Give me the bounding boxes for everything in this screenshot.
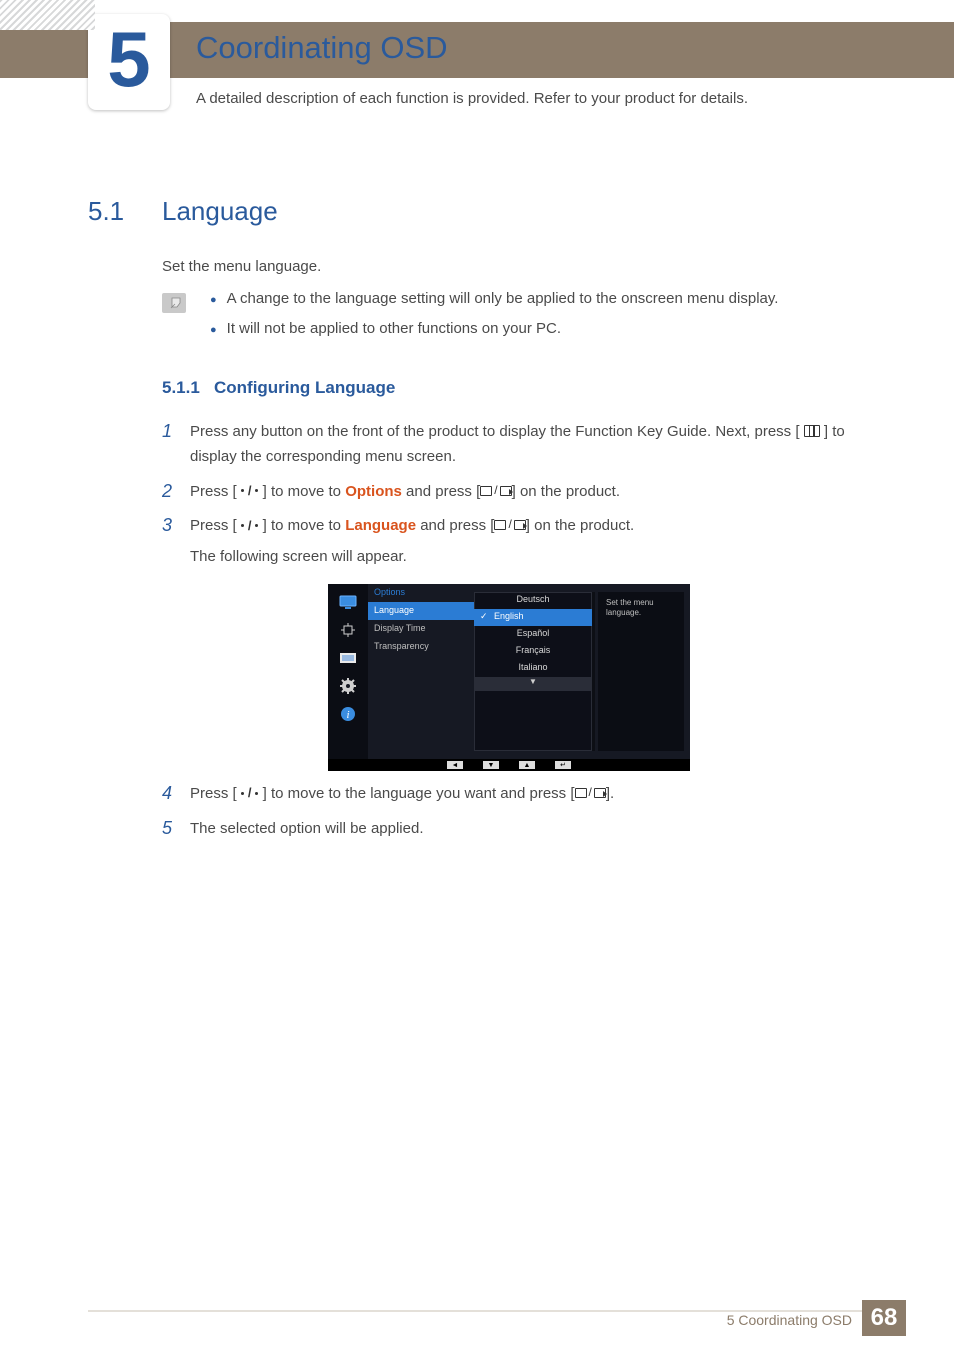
step-text: Press [ / ] to move to Language and pres…	[190, 514, 634, 570]
bullet-icon: ●	[210, 290, 217, 310]
steps-list-continued: 4 Press [ / ] to move to the language yo…	[162, 782, 894, 852]
osd-icon-column: i	[328, 584, 368, 759]
note-icon	[162, 293, 186, 313]
nav-dots-icon: /	[241, 782, 259, 803]
osd-menu-item-language: Language	[368, 602, 474, 620]
osd-lang-option-selected: English	[474, 609, 592, 626]
osd-nav-down-icon: ▼	[483, 761, 499, 769]
chapter-badge: 5	[88, 14, 170, 110]
osd-nav-enter-icon: ↵	[555, 761, 571, 769]
chapter-description: A detailed description of each function …	[196, 90, 748, 107]
osd-nav-bar: ◄ ▼ ▲ ↵	[328, 759, 690, 771]
section-number: 5.1	[88, 196, 124, 227]
resize-icon	[338, 620, 358, 640]
osd-tab-label: Options	[368, 584, 474, 602]
osd-lang-option: Italiano	[474, 660, 592, 677]
osd-lang-option: Français	[474, 643, 592, 660]
osd-language-list: Deutsch English Español Français Italian…	[474, 592, 592, 751]
step-text: Press [ / ] to move to the language you …	[190, 782, 614, 807]
osd-scroll-down-icon: ▼	[474, 677, 592, 691]
osd-screenshot: i Options Language Display Time Transpar…	[328, 584, 690, 759]
bullet-icon: ●	[210, 320, 217, 340]
steps-list: 1 Press any button on the front of the p…	[162, 420, 894, 580]
step-number: 5	[162, 817, 176, 840]
nav-dots-icon: /	[241, 480, 259, 501]
gear-icon	[338, 676, 358, 696]
step-text: Press any button on the front of the pro…	[190, 420, 894, 470]
enter-source-icon: /	[575, 783, 606, 803]
osd-menu-column: Options Language Display Time Transparen…	[368, 584, 474, 759]
step-number: 2	[162, 480, 176, 503]
note-item: A change to the language setting will on…	[227, 290, 779, 307]
chapter-title: Coordinating OSD	[196, 30, 448, 66]
footer-page-number: 68	[862, 1300, 906, 1336]
step-text: Press [ / ] to move to Options and press…	[190, 480, 620, 505]
list-icon	[338, 648, 358, 668]
chapter-number: 5	[107, 20, 150, 98]
section-title: Language	[162, 196, 278, 227]
subsection-number: 5.1.1	[162, 378, 200, 397]
note-item: It will not be applied to other function…	[227, 320, 561, 337]
menu-icon	[804, 425, 820, 437]
footer-chapter-label: 5 Coordinating OSD	[727, 1312, 852, 1328]
subsection-title: Configuring Language	[214, 378, 395, 397]
osd-nav-up-icon: ▲	[519, 761, 535, 769]
osd-nav-left-icon: ◄	[447, 761, 463, 769]
step-number: 4	[162, 782, 176, 805]
step-number: 1	[162, 420, 176, 443]
step-text: The selected option will be applied.	[190, 817, 423, 842]
section-intro: Set the menu language.	[162, 258, 321, 275]
monitor-icon	[338, 592, 358, 612]
info-icon: i	[338, 704, 358, 724]
osd-help-text: Set the menu language.	[598, 592, 684, 751]
svg-text:i: i	[346, 709, 349, 721]
header-hatch	[0, 0, 95, 30]
osd-menu-item-display-time: Display Time	[368, 620, 474, 638]
subsection-heading: 5.1.1 Configuring Language	[162, 378, 395, 398]
enter-source-icon: /	[494, 515, 525, 535]
osd-lang-option: Español	[474, 626, 592, 643]
osd-menu-item-transparency: Transparency	[368, 638, 474, 656]
osd-lang-option: Deutsch	[474, 592, 592, 609]
enter-source-icon: /	[480, 481, 511, 501]
step-number: 3	[162, 514, 176, 537]
note-list: ● A change to the language setting will …	[210, 290, 894, 350]
nav-dots-icon: /	[241, 515, 259, 536]
